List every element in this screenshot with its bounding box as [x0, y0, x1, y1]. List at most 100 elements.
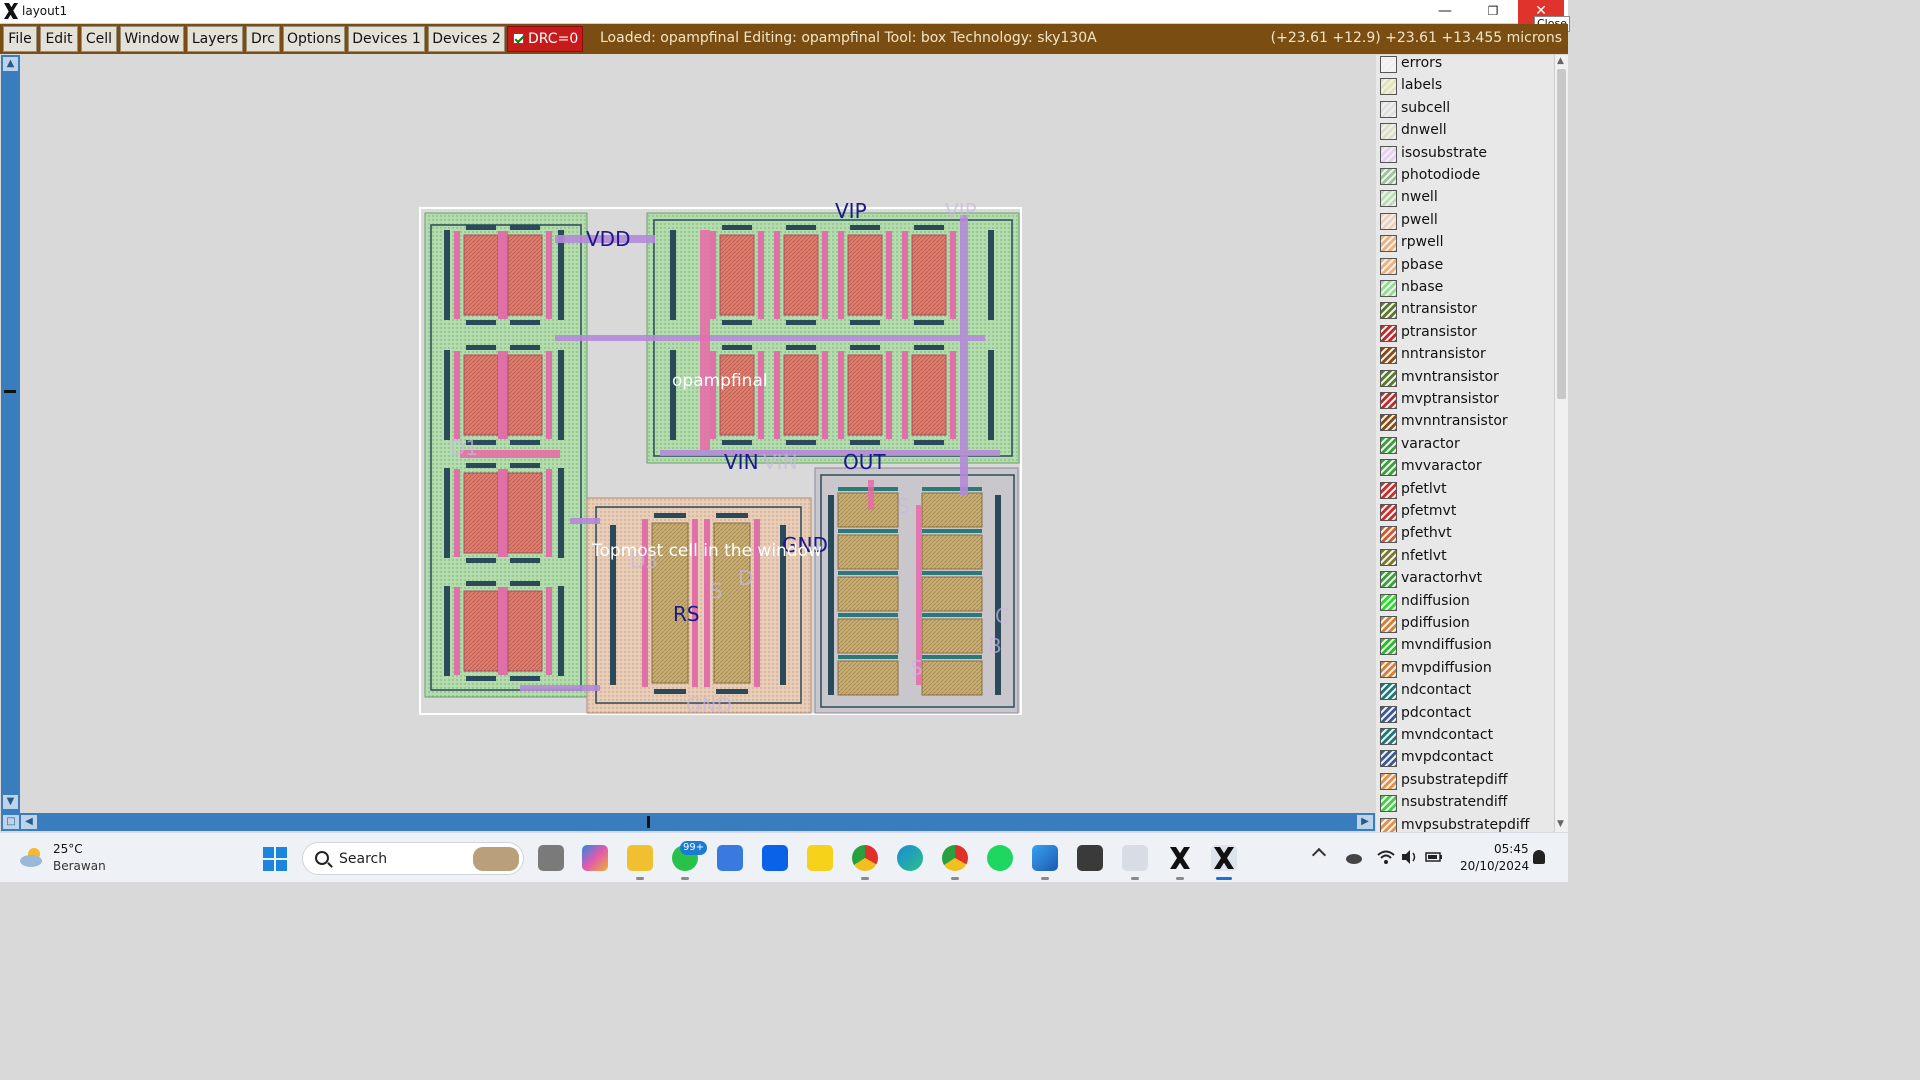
layer-row-pfethvt[interactable]: pfethvt	[1376, 524, 1554, 546]
layer-row-varactorhvt[interactable]: varactorhvt	[1376, 569, 1554, 591]
layer-row-mvpdiffusion[interactable]: mvpdiffusion	[1376, 659, 1554, 681]
layer-row-mvptransistor[interactable]: mvptransistor	[1376, 390, 1554, 412]
layer-row-mvvaractor[interactable]: mvvaractor	[1376, 457, 1554, 479]
topmost-cell-label: Topmost cell in the window	[591, 541, 822, 561]
task-view-icon[interactable]	[538, 845, 564, 871]
layer-swatch-icon	[1380, 571, 1397, 589]
layer-row-ptransistor[interactable]: ptransistor	[1376, 323, 1554, 345]
layer-row-ndiffusion[interactable]: ndiffusion	[1376, 592, 1554, 614]
edge-icon[interactable]	[897, 845, 923, 871]
menu-drc[interactable]: Drc	[246, 26, 280, 52]
chrome-icon[interactable]	[852, 845, 878, 871]
scroll-left-icon[interactable]: ◀	[21, 815, 37, 829]
notification-bell-icon[interactable]	[1533, 850, 1545, 864]
layer-row-nntransistor[interactable]: nntransistor	[1376, 345, 1554, 367]
scroll-down-icon[interactable]: ▼	[3, 795, 18, 809]
menu-file[interactable]: File	[3, 26, 37, 52]
layer-row-ndcontact[interactable]: ndcontact	[1376, 681, 1554, 703]
drc-toggle[interactable]: DRC=0	[507, 26, 583, 52]
layer-row-pdiffusion[interactable]: pdiffusion	[1376, 614, 1554, 636]
microsoft-store-icon[interactable]	[717, 845, 743, 871]
clock-date[interactable]: 20/10/2024	[1460, 859, 1529, 873]
layer-row-mvndiffusion[interactable]: mvndiffusion	[1376, 636, 1554, 658]
copilot-icon[interactable]	[582, 845, 608, 871]
layout-shape	[911, 234, 947, 316]
photos-icon[interactable]	[1032, 845, 1058, 871]
layer-swatch-icon	[1380, 414, 1397, 432]
layer-row-pwell[interactable]: pwell	[1376, 211, 1554, 233]
menu-layers[interactable]: Layers	[187, 26, 243, 52]
layer-row-errors[interactable]: errors	[1376, 55, 1554, 76]
weather-temperature[interactable]: 25°C	[53, 842, 83, 856]
layout-shape	[774, 351, 780, 439]
horizontal-scrollbar[interactable]: □ ◀ ▶	[1, 813, 1375, 831]
clock-time[interactable]: 05:45	[1494, 842, 1529, 856]
layer-row-ntransistor[interactable]: ntransistor	[1376, 300, 1554, 322]
layer-row-pdcontact[interactable]: pdcontact	[1376, 704, 1554, 726]
layout-shape	[510, 676, 540, 681]
panel-scroll-down-icon[interactable]: ▼	[1557, 819, 1564, 829]
dropbox-icon[interactable]	[762, 845, 788, 871]
layer-row-mvnntransistor[interactable]: mvnntransistor	[1376, 412, 1554, 434]
chrome-profile-icon[interactable]	[942, 845, 968, 871]
spotify-icon[interactable]	[987, 845, 1013, 871]
layer-row-varactor[interactable]: varactor	[1376, 435, 1554, 457]
layer-row-nfetlvt[interactable]: nfetlvt	[1376, 547, 1554, 569]
start-icon[interactable]	[262, 846, 288, 872]
wifi-icon[interactable]	[1377, 849, 1395, 865]
menu-devices-2[interactable]: Devices 2	[428, 26, 505, 52]
battery-icon[interactable]	[1425, 849, 1443, 865]
file-explorer-icon[interactable]	[627, 845, 653, 871]
layer-row-nwell[interactable]: nwell	[1376, 188, 1554, 210]
horizontal-scroll-thumb[interactable]	[647, 816, 650, 828]
vertical-scroll-thumb[interactable]	[4, 390, 16, 393]
scroll-left-corner-icon[interactable]: □	[3, 815, 19, 829]
menu-options[interactable]: Options	[283, 26, 345, 52]
minimize-button[interactable]: —	[1422, 0, 1468, 24]
volume-icon[interactable]	[1400, 849, 1418, 865]
layer-row-photodiode[interactable]: photodiode	[1376, 166, 1554, 188]
snipping-tool-icon[interactable]	[1077, 845, 1103, 871]
layer-row-pfetlvt[interactable]: pfetlvt	[1376, 480, 1554, 502]
menu-edit[interactable]: Edit	[40, 26, 78, 52]
layout-canvas[interactable]: VDD VIP VIN OUT GND RS VIP VIN D1 D3 D S…	[20, 55, 1375, 813]
maximize-button[interactable]: ❐	[1470, 0, 1516, 24]
menu-devices-1[interactable]: Devices 1	[348, 26, 425, 52]
layer-row-nsubstratendiff[interactable]: nsubstratendiff	[1376, 793, 1554, 815]
sticky-notes-icon[interactable]	[807, 845, 833, 871]
menu-window[interactable]: Window	[120, 26, 184, 52]
layout-shape	[719, 354, 755, 436]
layer-row-mvntransistor[interactable]: mvntransistor	[1376, 368, 1554, 390]
layout-shape	[922, 529, 982, 533]
layout-shape	[444, 468, 450, 558]
layer-row-isosubstrate[interactable]: isosubstrate	[1376, 144, 1554, 166]
scroll-up-icon[interactable]: ▲	[3, 57, 18, 71]
layout-shape	[510, 558, 540, 563]
layer-row-labels[interactable]: labels	[1376, 76, 1554, 98]
layout-shape	[774, 231, 780, 319]
layer-row-subcell[interactable]: subcell	[1376, 99, 1554, 121]
xming-icon[interactable]	[1167, 845, 1193, 871]
layer-row-nbase[interactable]: nbase	[1376, 278, 1554, 300]
layer-row-mvpsubstratepdiff[interactable]: mvpsubstratepdiff	[1376, 816, 1554, 832]
layer-row-mvndcontact[interactable]: mvndcontact	[1376, 726, 1554, 748]
layer-row-pbase[interactable]: pbase	[1376, 256, 1554, 278]
scroll-right-icon[interactable]: ▶	[1357, 815, 1373, 829]
layer-row-rpwell[interactable]: rpwell	[1376, 233, 1554, 255]
menu-cell[interactable]: Cell	[81, 26, 117, 52]
generic-app-icon[interactable]	[1122, 845, 1148, 871]
weather-cloudy-icon[interactable]	[18, 845, 46, 869]
onedrive-cloud-icon[interactable]	[1345, 849, 1363, 865]
magic-layout-icon[interactable]	[1211, 845, 1237, 871]
weather-description[interactable]: Berawan	[53, 859, 106, 873]
panel-scroll-up-icon[interactable]: ▲	[1557, 56, 1564, 66]
taskbar-search[interactable]: Search	[302, 842, 524, 875]
layer-row-dnwell[interactable]: dnwell	[1376, 121, 1554, 143]
panel-scroll-thumb[interactable]	[1557, 69, 1566, 399]
layer-row-pfetmvt[interactable]: pfetmvt	[1376, 502, 1554, 524]
layer-row-mvpdcontact[interactable]: mvpdcontact	[1376, 748, 1554, 770]
layer-panel-scrollbar[interactable]: ▲ ▼	[1554, 55, 1568, 832]
tray-chevron-icon[interactable]	[1311, 847, 1327, 863]
layer-row-psubstratepdiff[interactable]: psubstratepdiff	[1376, 771, 1554, 793]
vertical-scrollbar[interactable]: ▲ ▼	[1, 55, 20, 813]
